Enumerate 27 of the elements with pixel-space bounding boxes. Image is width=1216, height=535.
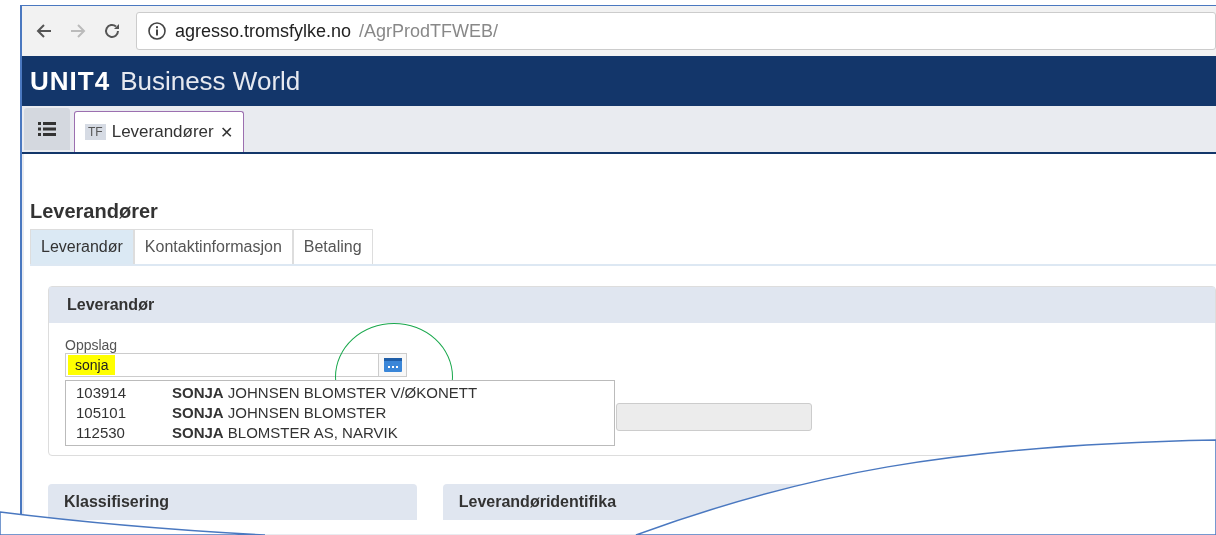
document-tab[interactable]: TF Leverandører ✕ [74, 111, 244, 152]
url-host: agresso.tromsfylke.no [175, 20, 352, 42]
dots-icon [383, 358, 402, 372]
close-tab-button[interactable]: ✕ [219, 122, 233, 142]
menu-button[interactable] [24, 108, 70, 150]
section-title: Leverandør [49, 287, 1215, 323]
field-value: sonja [68, 355, 116, 375]
tab-label: Leverandører [111, 122, 214, 142]
lookup-button[interactable] [379, 353, 407, 377]
info-icon[interactable] [147, 21, 167, 41]
tab-badge: TF [85, 124, 106, 140]
logo: UNIT4 [30, 65, 111, 97]
lookup-field[interactable]: sonja [65, 353, 379, 377]
app-title: Business World [120, 65, 301, 97]
address-bar[interactable]: agresso.tromsfylke.no /AgrProdTFWEB/ [136, 12, 1216, 50]
url-path: /AgrProdTFWEB/ [359, 20, 499, 42]
list-icon [38, 121, 56, 137]
tab[interactable]: Betaling [292, 229, 373, 264]
suggestion-item[interactable]: 112530 SONJA BLOMSTER AS, NARVIK [66, 423, 614, 443]
tab[interactable]: Kontaktinformasjon [133, 229, 293, 264]
reload-icon[interactable] [102, 21, 122, 41]
panel-header: Klassifisering [48, 484, 417, 520]
suggestion-item[interactable]: 105101 SONJA JOHNSEN BLOMSTER [66, 403, 614, 423]
tab[interactable]: Leverandør [30, 229, 134, 264]
suggestion-item[interactable]: 103914 SONJA JOHNSEN BLOMSTER V/ØKONETT [66, 383, 614, 403]
field-label: Oppslag [65, 337, 119, 353]
page-title: Leverandører [30, 199, 159, 223]
